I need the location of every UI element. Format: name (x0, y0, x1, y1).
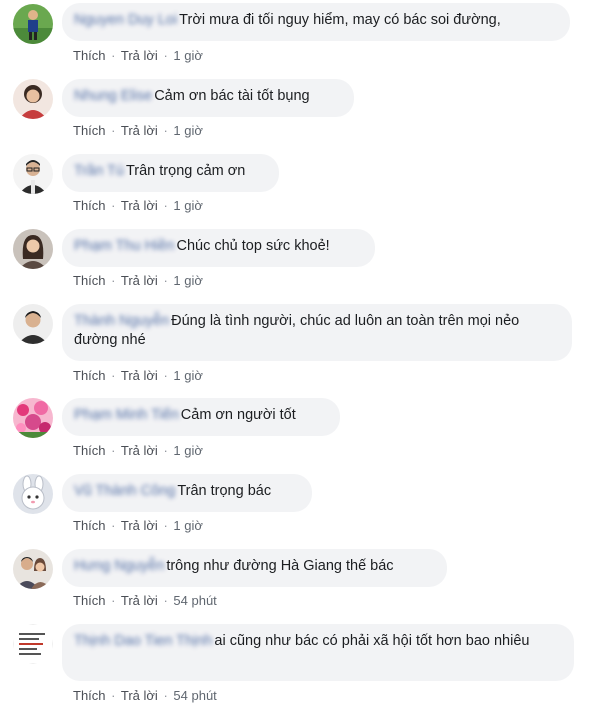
like-button[interactable]: Thích (73, 368, 106, 383)
comment-text: Chúc chủ top sức khoẻ! (176, 238, 330, 254)
separator-dot: · (111, 688, 116, 703)
comment-bubble: Nguyen Duy Loi Trời mưa đi tối nguy hiểm,… (62, 3, 570, 41)
reply-button[interactable]: Trả lời (121, 48, 158, 63)
like-button[interactable]: Thích (73, 123, 106, 138)
comment-author-link[interactable]: Trần Tú (74, 163, 124, 179)
comment-bubble: Thành Nguyễn Đúng là tình người, chúc ad … (62, 304, 572, 361)
comment-bubble: Nhung Elise Cảm ơn bác tài tốt bụng (62, 79, 354, 117)
separator-dot: · (111, 443, 116, 458)
like-button[interactable]: Thích (73, 443, 106, 458)
comment-timestamp[interactable]: 1 giờ (173, 273, 203, 288)
separator-dot: · (163, 48, 168, 63)
separator-dot: · (163, 273, 168, 288)
comment-bubble: Vũ Thành Công Trân trọng bác (62, 474, 312, 512)
separator-dot: · (163, 198, 168, 213)
comment-text: Cảm ơn bác tài tốt bụng (154, 88, 310, 104)
comment-timestamp[interactable]: 54 phút (173, 593, 216, 608)
separator-dot: · (111, 368, 116, 383)
separator-dot: · (163, 688, 168, 703)
comment-author-link[interactable]: Phạm Minh Tiến (74, 407, 179, 423)
comment-actions: Thích · Trả lời · 1 giờ (73, 368, 203, 383)
comment-actions: Thích · Trả lời · 54 phút (73, 593, 217, 608)
comment-text: Trời mưa đi tối nguy hiểm, may có bác so… (179, 12, 501, 28)
comment-list: Nguyen Duy Loi Trời mưa đi tối nguy hiểm,… (0, 0, 600, 705)
separator-dot: · (163, 593, 168, 608)
reply-button[interactable]: Trả lời (121, 443, 158, 458)
comment-bubble: Trần Tú Trân trọng cảm ơn (62, 154, 279, 192)
separator-dot: · (111, 273, 116, 288)
comment-author-link[interactable]: Phạm Thu Hiền (74, 238, 174, 254)
like-button[interactable]: Thích (73, 688, 106, 703)
avatar-couple[interactable] (13, 549, 53, 589)
reply-button[interactable]: Trả lời (121, 273, 158, 288)
comment-timestamp[interactable]: 54 phút (173, 688, 216, 703)
avatar-man-glasses[interactable] (13, 154, 53, 194)
reply-button[interactable]: Trả lời (121, 368, 158, 383)
comment-actions: Thích · Trả lời · 1 giờ (73, 123, 203, 138)
avatar-woman-dark-hair[interactable] (13, 229, 53, 269)
avatar-man[interactable] (13, 304, 53, 344)
reply-button[interactable]: Trả lời (121, 198, 158, 213)
comment-timestamp[interactable]: 1 giờ (173, 443, 203, 458)
reply-button[interactable]: Trả lời (121, 518, 158, 533)
comment-timestamp[interactable]: 1 giờ (173, 123, 203, 138)
comment-timestamp[interactable]: 1 giờ (173, 48, 203, 63)
separator-dot: · (163, 443, 168, 458)
avatar-cartoon-bunny[interactable] (13, 474, 53, 514)
comment-bubble: Hưng Nguyễn trông như đường Hà Giang thế … (62, 549, 447, 587)
reply-button[interactable]: Trả lời (121, 593, 158, 608)
comment-text: Trân trọng cảm ơn (125, 163, 246, 179)
reply-button[interactable]: Trả lời (121, 123, 158, 138)
comment-text: ai cũng như bác có phải xã hội tốt hơn b… (214, 633, 530, 649)
like-button[interactable]: Thích (73, 518, 106, 533)
separator-dot: · (163, 123, 168, 138)
like-button[interactable]: Thích (73, 273, 106, 288)
comment-author-link[interactable]: Vũ Thành Công (74, 483, 175, 499)
comment-actions: Thích · Trả lời · 1 giờ (73, 48, 203, 63)
comment-actions: Thích · Trả lời · 1 giờ (73, 198, 203, 213)
comment-author-link[interactable]: Hưng Nguyễn (74, 558, 164, 574)
comment-author-link[interactable]: Thành Nguyễn (74, 313, 169, 329)
comment-timestamp[interactable]: 1 giờ (173, 198, 203, 213)
like-button[interactable]: Thích (73, 48, 106, 63)
comment-bubble: Phạm Thu Hiền Chúc chủ top sức khoẻ! (62, 229, 375, 267)
separator-dot: · (111, 198, 116, 213)
comment-text: Trân trọng bác (177, 483, 272, 499)
comment-timestamp[interactable]: 1 giờ (173, 518, 203, 533)
avatar-football-player[interactable] (13, 4, 53, 44)
comment-text: Cảm ơn người tốt (180, 407, 296, 423)
comment-actions: Thích · Trả lời · 1 giờ (73, 443, 203, 458)
comment-author-link[interactable]: Thịnh Dao Tien Thịnh (74, 633, 212, 649)
comment-bubble: Thịnh Dao Tien Thịnh ai cũng như bác có p… (62, 624, 574, 681)
separator-dot: · (163, 368, 168, 383)
comment-bubble: Phạm Minh Tiến Cảm ơn người tốt (62, 398, 340, 436)
avatar-text-quote[interactable] (13, 624, 53, 664)
avatar-flowers[interactable] (13, 398, 53, 438)
avatar-woman-red[interactable] (13, 79, 53, 119)
reply-button[interactable]: Trả lời (121, 688, 158, 703)
separator-dot: · (111, 593, 116, 608)
separator-dot: · (111, 123, 116, 138)
like-button[interactable]: Thích (73, 593, 106, 608)
comment-author-link[interactable]: Nhung Elise (74, 88, 152, 104)
separator-dot: · (111, 518, 116, 533)
comment-timestamp[interactable]: 1 giờ (173, 368, 203, 383)
comment-text: trông như đường Hà Giang thế bác (166, 558, 394, 574)
comment-actions: Thích · Trả lời · 1 giờ (73, 273, 203, 288)
separator-dot: · (111, 48, 116, 63)
comment-author-link[interactable]: Nguyen Duy Loi (74, 12, 177, 28)
like-button[interactable]: Thích (73, 198, 106, 213)
separator-dot: · (163, 518, 168, 533)
comment-actions: Thích · Trả lời · 54 phút (73, 688, 217, 703)
comment-actions: Thích · Trả lời · 1 giờ (73, 518, 203, 533)
